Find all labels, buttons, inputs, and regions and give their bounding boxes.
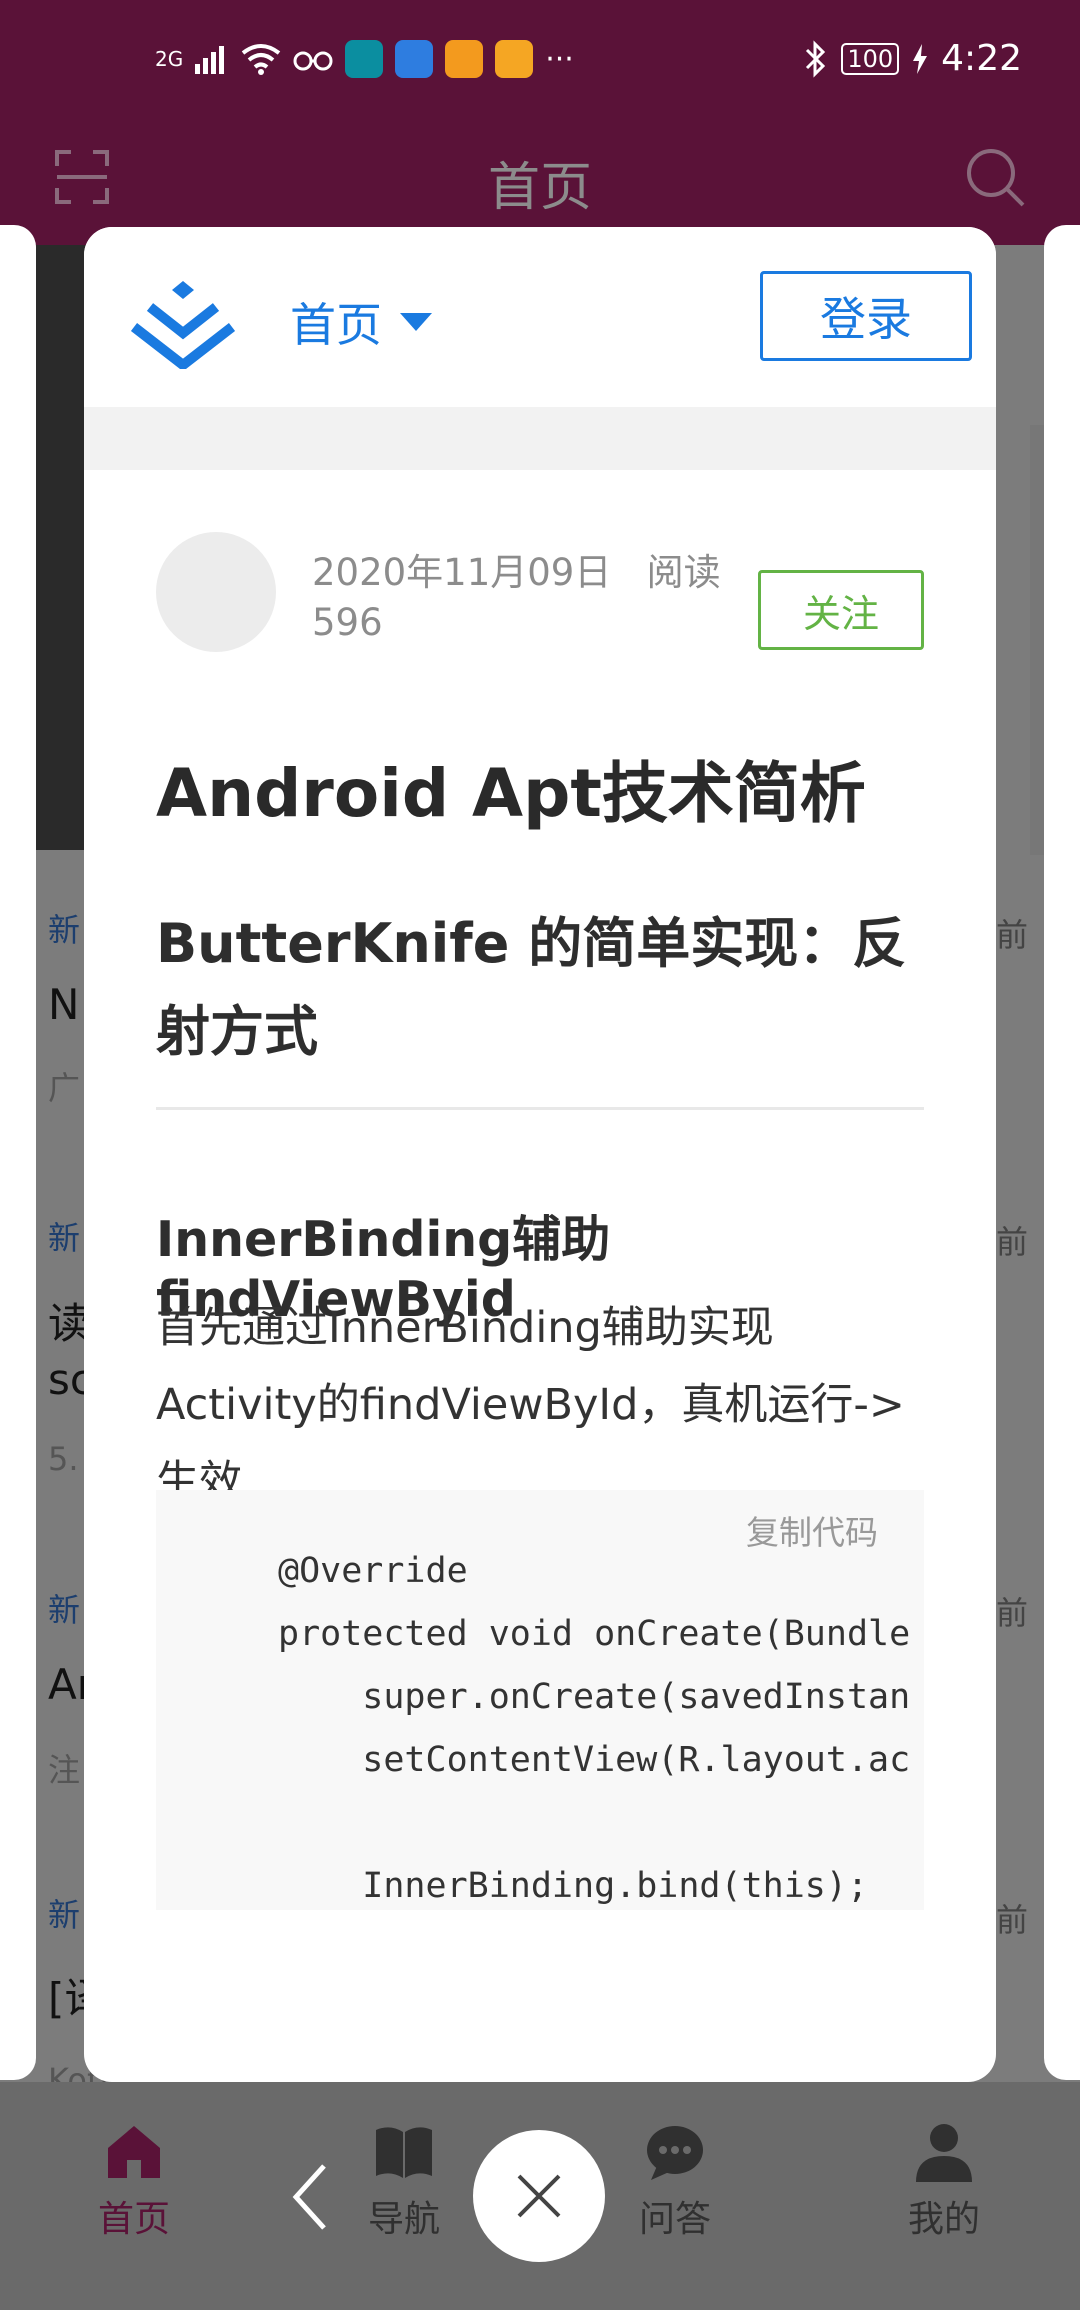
bg-time-fragment: 前 bbox=[996, 1901, 1029, 1939]
signal-icon bbox=[195, 46, 225, 74]
bg-time-fragment: 前 bbox=[996, 1594, 1029, 1632]
nav-qa-label: 问答 bbox=[638, 2199, 711, 2240]
article-meta: 2020年11月09日 阅读 596 bbox=[312, 548, 772, 648]
nav-guide-label: 导航 bbox=[367, 2199, 440, 2240]
status-bar: 2G ··· 100 4:22 bbox=[0, 0, 1080, 125]
next-page-card[interactable] bbox=[1044, 225, 1080, 2080]
bluetooth-icon bbox=[806, 39, 826, 78]
follow-button[interactable]: 关注 bbox=[758, 570, 924, 650]
network-type: 2G bbox=[155, 47, 184, 71]
close-preview-button[interactable] bbox=[473, 2130, 605, 2262]
publish-date: 2020年11月09日 bbox=[312, 551, 612, 594]
glasses-icon bbox=[293, 51, 333, 71]
page-preview-card: 首页 登录 2020年11月09日 阅读 596 关注 Android Apt技… bbox=[84, 227, 996, 2082]
more-notifications: ··· bbox=[545, 41, 574, 77]
section-heading: ButterKnife 的简单实现：反射方式 bbox=[156, 912, 907, 1063]
nav-home[interactable]: 首页 bbox=[64, 2122, 204, 2242]
app-video-icon bbox=[445, 40, 484, 78]
book-icon bbox=[376, 2127, 432, 2178]
battery-level: 100 bbox=[847, 44, 894, 73]
clock: 4:22 bbox=[941, 38, 1022, 79]
preview-header: 首页 登录 bbox=[84, 227, 996, 407]
nav-guide[interactable]: 导航 bbox=[334, 2122, 474, 2242]
bg-text-fragment: 新 bbox=[48, 911, 81, 949]
battery-icon: 100 bbox=[841, 42, 900, 75]
login-button[interactable]: 登录 bbox=[760, 271, 972, 361]
nav-qa[interactable]: 问答 bbox=[605, 2122, 745, 2242]
nav-mine-label: 我的 bbox=[907, 2199, 980, 2240]
status-left: 2G ··· bbox=[155, 40, 574, 78]
nav-mine[interactable]: 我的 bbox=[874, 2122, 1014, 2242]
read-count: 596 bbox=[312, 601, 383, 644]
home-dropdown[interactable]: 首页 bbox=[290, 289, 432, 355]
code-block: 复制代码 @Override protected void onCreate(B… bbox=[156, 1490, 924, 1910]
bg-text-fragment: 广 bbox=[48, 1069, 81, 1107]
user-icon bbox=[916, 2124, 972, 2182]
app-bar-title: 首页 bbox=[487, 158, 592, 218]
app-tc-icon bbox=[345, 40, 384, 78]
read-label: 阅读 bbox=[646, 551, 721, 594]
bg-text-fragment: N bbox=[48, 980, 80, 1029]
wifi-icon bbox=[242, 44, 281, 75]
article-title: Android Apt技术简析 bbox=[156, 755, 866, 832]
code-content: @Override protected void onCreate(Bundle… bbox=[278, 1551, 911, 1906]
bottom-nav: 首页 导航 问答 我的 bbox=[0, 2082, 1080, 2310]
bg-time-fragment: 前 bbox=[996, 916, 1029, 954]
previous-page-card[interactable] bbox=[0, 225, 36, 2080]
bg-time-fragment: 前 bbox=[996, 1223, 1029, 1261]
article-paragraph: 首先通过InnerBinding辅助实现Activity的findViewByI… bbox=[156, 1303, 905, 1507]
bg-text-fragment: 新 bbox=[48, 1896, 81, 1934]
home-icon bbox=[108, 2126, 160, 2178]
bg-text-fragment: 注 bbox=[48, 1751, 81, 1789]
charging-icon bbox=[913, 43, 928, 74]
search-icon[interactable] bbox=[965, 147, 1025, 207]
header-divider bbox=[84, 407, 996, 470]
juejin-logo-icon bbox=[130, 281, 236, 369]
bg-text-fragment: 5. bbox=[48, 1440, 79, 1478]
author-avatar[interactable] bbox=[156, 532, 276, 652]
back-arrow-icon[interactable] bbox=[290, 2162, 330, 2232]
caret-down-icon bbox=[400, 313, 432, 331]
nav-home-label: 首页 bbox=[97, 2199, 170, 2240]
app-browser-icon bbox=[395, 40, 434, 78]
app-shield-icon bbox=[495, 40, 534, 78]
close-icon bbox=[517, 2174, 561, 2218]
chat-bubble-icon bbox=[647, 2126, 703, 2180]
home-dropdown-label: 首页 bbox=[290, 298, 382, 352]
bg-text-fragment: 新 bbox=[48, 1591, 81, 1629]
heading-divider bbox=[156, 1107, 924, 1110]
status-right: 100 4:22 bbox=[803, 38, 1022, 79]
bg-text-fragment: 新 bbox=[48, 1219, 81, 1257]
